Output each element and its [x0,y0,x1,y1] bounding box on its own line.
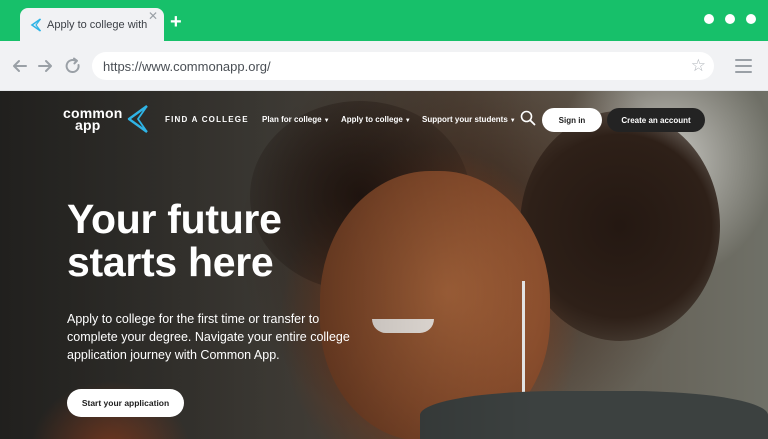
address-bar[interactable]: https://www.commonapp.org/ ☆ [92,52,714,80]
nav-support-your-students[interactable]: Support your students ▼ [422,115,516,124]
forward-arrow-icon[interactable] [35,56,55,76]
back-arrow-icon[interactable] [10,56,30,76]
window-controls [704,14,756,24]
find-a-college-link[interactable]: FIND A COLLEGE [165,115,249,124]
hero-section: common app FIND A COLLEGE Plan for colle… [0,91,768,439]
start-application-button[interactable]: Start your application [67,389,184,417]
hero-heading: Your future starts here [67,196,282,285]
new-tab-button[interactable]: + [170,12,182,32]
chevron-down-icon: ▼ [404,118,411,124]
browser-toolbar: https://www.commonapp.org/ ☆ [0,41,768,91]
window-dot-icon[interactable] [704,14,714,24]
close-tab-icon[interactable]: ✕ [148,10,158,22]
logo-mark-icon [127,105,148,133]
window-dot-icon[interactable] [725,14,735,24]
tab-title: Apply to college with [47,19,148,31]
common-app-logo[interactable]: common app [63,104,151,134]
nav-apply-to-college[interactable]: Apply to college ▼ [341,115,411,124]
browser-tab[interactable]: Apply to college with ✕ [20,8,164,42]
reload-icon[interactable] [63,56,83,76]
nav-plan-for-college[interactable]: Plan for college ▼ [262,115,330,124]
hero-description: Apply to college for the first time or t… [67,312,350,362]
url-text: https://www.commonapp.org/ [103,58,271,74]
browser-titlebar: Apply to college with ✕ + [0,0,768,42]
sign-in-button[interactable]: Sign in [542,108,602,132]
commonapp-favicon-icon [30,18,41,32]
chevron-down-icon: ▼ [323,118,330,124]
logo-wordmark: common app [63,105,123,133]
search-icon[interactable] [520,110,536,126]
browser-menu-icon[interactable] [735,59,752,73]
chevron-down-icon: ▼ [509,118,516,124]
create-account-button[interactable]: Create an account [607,108,705,132]
window-dot-icon[interactable] [746,14,756,24]
bookmark-star-icon[interactable]: ☆ [691,56,706,76]
